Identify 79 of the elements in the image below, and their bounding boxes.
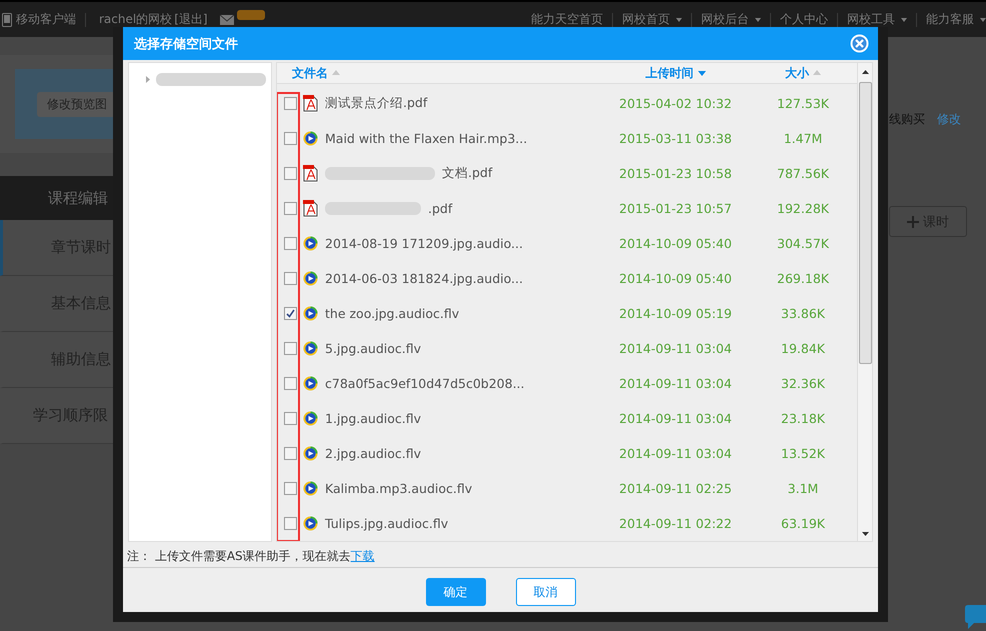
upload-time: 2014-10-09 05:40 bbox=[619, 236, 732, 251]
scroll-down-icon[interactable] bbox=[862, 532, 868, 536]
file-name[interactable]: .pdf bbox=[428, 201, 452, 216]
notification-badge bbox=[236, 10, 265, 20]
file-name[interactable]: the zoo.jpg.audioc.flv bbox=[325, 306, 460, 321]
dialog-title: 选择存储空间文件 bbox=[134, 36, 238, 52]
file-name[interactable]: 2014-08-19 171209.jpg.audio... bbox=[325, 236, 523, 251]
upload-time: 2014-10-09 05:40 bbox=[619, 271, 732, 286]
file-size: 1.47M bbox=[784, 131, 822, 146]
file-checkbox[interactable] bbox=[284, 167, 296, 180]
file-name[interactable]: 5.jpg.audioc.flv bbox=[325, 341, 421, 356]
upload-time: 2014-09-11 03:04 bbox=[619, 376, 732, 391]
scroll-thumb[interactable] bbox=[858, 82, 872, 364]
file-size: 19.84K bbox=[781, 341, 825, 356]
file-name[interactable]: 文档.pdf bbox=[442, 165, 492, 182]
file-checkbox[interactable] bbox=[284, 377, 296, 390]
file-size: 23.18K bbox=[781, 411, 825, 426]
nav-menu-item[interactable]: 能力客服 bbox=[926, 11, 986, 28]
upload-time: 2014-10-09 05:19 bbox=[619, 306, 732, 321]
file-size: 127.53K bbox=[777, 96, 829, 111]
scrollbar[interactable] bbox=[857, 63, 872, 541]
file-name[interactable]: 测试景点介绍.pdf bbox=[325, 95, 428, 112]
file-name[interactable]: Kalimba.mp3.audioc.flv bbox=[325, 481, 472, 496]
upload-time: 2014-09-11 02:22 bbox=[619, 516, 732, 531]
logout-link[interactable]: [退出] bbox=[174, 11, 208, 28]
file-checkbox[interactable] bbox=[284, 97, 296, 110]
column-header[interactable]: 文件名 bbox=[292, 64, 340, 82]
file-size: 13.52K bbox=[781, 446, 825, 461]
file-checkbox[interactable] bbox=[284, 237, 296, 250]
chat-icon[interactable] bbox=[965, 605, 986, 631]
nav-menu-item[interactable]: 个人中心 bbox=[780, 11, 828, 28]
file-name[interactable]: c78a0f5ac9ef10d47d5c0b208... bbox=[325, 376, 524, 391]
download-link[interactable]: 下载 bbox=[350, 548, 375, 564]
upload-time: 2014-09-11 02:25 bbox=[619, 481, 732, 496]
file-checkbox[interactable] bbox=[284, 412, 296, 425]
phone-icon bbox=[2, 12, 12, 26]
file-name[interactable]: Tulips.jpg.audioc.flv bbox=[325, 516, 448, 531]
upload-time: 2014-09-11 03:04 bbox=[619, 411, 732, 426]
file-name[interactable]: Maid with the Flaxen Hair.mp3... bbox=[325, 131, 528, 146]
mail-icon[interactable] bbox=[220, 14, 234, 24]
file-checkbox[interactable] bbox=[284, 202, 296, 215]
file-size: 787.56K bbox=[777, 166, 829, 181]
file-size: 3.1M bbox=[788, 481, 818, 496]
upload-time: 2014-09-11 03:04 bbox=[619, 341, 732, 356]
expand-arrow-icon[interactable] bbox=[146, 76, 150, 83]
file-checkbox[interactable] bbox=[284, 517, 296, 530]
file-checkbox[interactable] bbox=[284, 272, 296, 285]
file-size: 63.19K bbox=[781, 516, 825, 531]
mobile-client-link[interactable]: 移动客户端 bbox=[16, 11, 76, 28]
note-text: 注： 上传文件需要AS课件助手，现在就去 bbox=[127, 548, 351, 564]
school-name: rachel的网校 bbox=[99, 11, 172, 28]
file-size: 192.28K bbox=[777, 201, 829, 216]
file-size: 32.36K bbox=[781, 376, 825, 391]
upload-time: 2015-01-23 10:58 bbox=[619, 166, 732, 181]
file-checkbox[interactable] bbox=[284, 447, 296, 460]
upload-time: 2015-01-23 10:57 bbox=[619, 201, 732, 216]
file-size: 304.57K bbox=[777, 236, 829, 251]
upload-time: 2014-09-11 03:04 bbox=[619, 446, 732, 461]
file-checkbox[interactable] bbox=[284, 482, 296, 495]
confirm-button[interactable]: 确定 bbox=[426, 578, 486, 606]
file-name[interactable]: 2014-06-03 181824.jpg.audio... bbox=[325, 271, 523, 286]
file-checkbox[interactable] bbox=[284, 132, 296, 145]
upload-time: 2015-04-02 10:32 bbox=[619, 96, 732, 111]
nav-menu-item[interactable]: 网校工具 bbox=[847, 11, 907, 28]
file-size: 269.18K bbox=[777, 271, 829, 286]
file-size: 33.86K bbox=[781, 306, 825, 321]
file-checkbox[interactable] bbox=[284, 342, 296, 355]
close-icon[interactable] bbox=[850, 34, 869, 53]
column-header[interactable]: 大小 bbox=[785, 64, 821, 82]
cancel-button[interactable]: 取消 bbox=[516, 578, 576, 606]
column-header[interactable]: 上传时间 bbox=[646, 64, 706, 82]
nav-menu-item[interactable]: 能力天空首页 bbox=[531, 11, 603, 28]
file-checkbox[interactable] bbox=[284, 307, 296, 320]
file-name[interactable]: 1.jpg.audioc.flv bbox=[325, 411, 421, 426]
edit-link[interactable]: 修改 bbox=[937, 111, 961, 128]
plus-icon bbox=[907, 216, 919, 228]
file-name[interactable]: 2.jpg.audioc.flv bbox=[325, 446, 421, 461]
scroll-up-icon[interactable] bbox=[862, 70, 868, 74]
upload-time: 2015-03-11 03:38 bbox=[619, 131, 732, 146]
